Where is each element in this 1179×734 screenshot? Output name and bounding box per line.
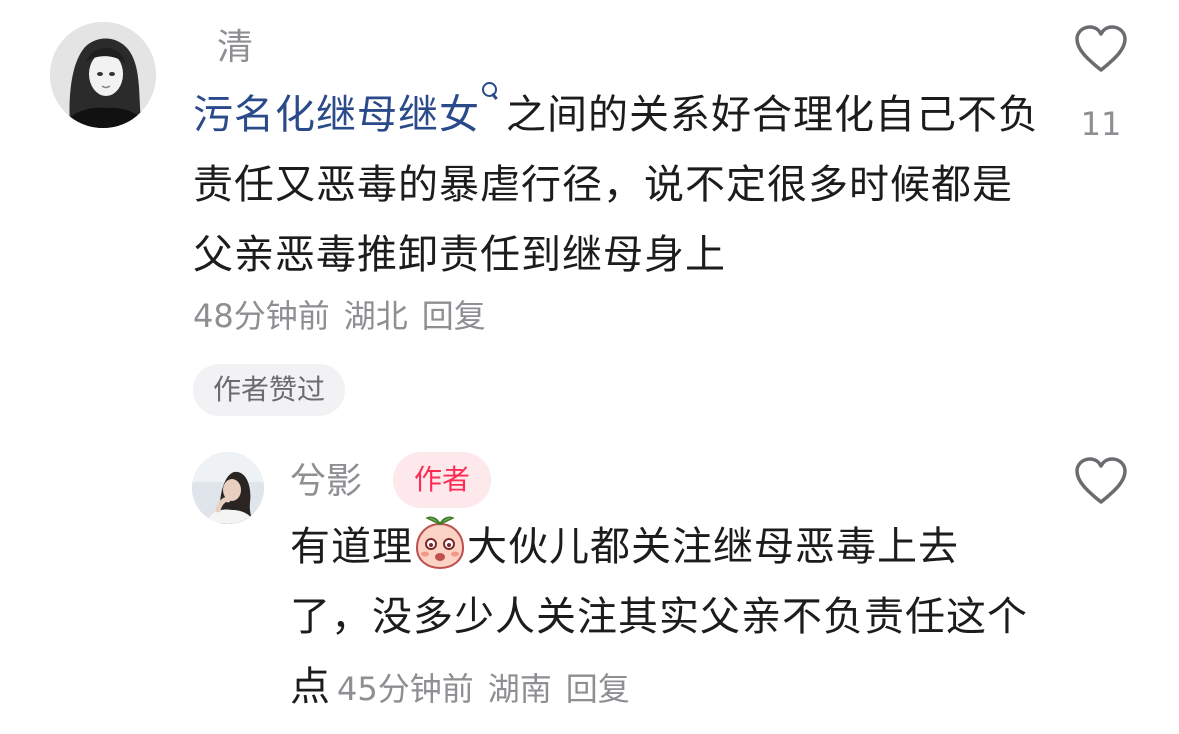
peach-face-emoji-icon xyxy=(415,516,465,570)
reply-username[interactable]: 兮影 xyxy=(290,460,362,504)
reply-reply-button[interactable]: 回复 xyxy=(566,670,630,708)
search-icon xyxy=(482,80,498,110)
comment-username[interactable]: 清 xyxy=(217,26,253,70)
hashtag-link[interactable]: 污名化继母继女 xyxy=(193,82,506,138)
author-badge: 作者 xyxy=(393,452,491,508)
reply-like-button[interactable] xyxy=(1070,456,1132,506)
reply-text: 有道理 大伙儿都关注继母恶毒上去了，没多少人关注其实父亲不负责任这个点 45分钟前… xyxy=(290,512,1030,724)
heart-icon xyxy=(1075,457,1127,504)
reply-avatar[interactable] xyxy=(192,452,264,524)
comment-meta: 48分钟前 湖北 回复 xyxy=(193,296,500,336)
comment-time: 48分钟前 xyxy=(193,297,330,335)
comment-location: 湖北 xyxy=(343,297,408,335)
avatar[interactable] xyxy=(50,22,156,128)
reply-location: 湖南 xyxy=(487,670,552,708)
avatar-girl-grayscale-icon xyxy=(50,22,156,128)
author-liked-tag: 作者赞过 xyxy=(193,364,346,416)
heart-icon xyxy=(1075,25,1127,72)
comment-text: 污名化继母继女 之间的关系好合理化自己不负责任又恶毒的暴虐行径，说不定很多时候都是… xyxy=(193,80,1043,290)
comment-thread: 清 污名化继母继女 之间的关系好合理化自己不负责任又恶毒的暴虐行径，说不定很多时候… xyxy=(0,0,1179,734)
reply-button[interactable]: 回复 xyxy=(422,297,486,335)
like-count: 11 xyxy=(1080,105,1122,143)
reply-time: 45分钟前 xyxy=(337,670,474,708)
reply-meta: 45分钟前 湖南 回复 xyxy=(337,670,644,708)
like-button[interactable]: 11 xyxy=(1070,24,1132,144)
avatar-girl-photo-icon xyxy=(192,452,264,524)
